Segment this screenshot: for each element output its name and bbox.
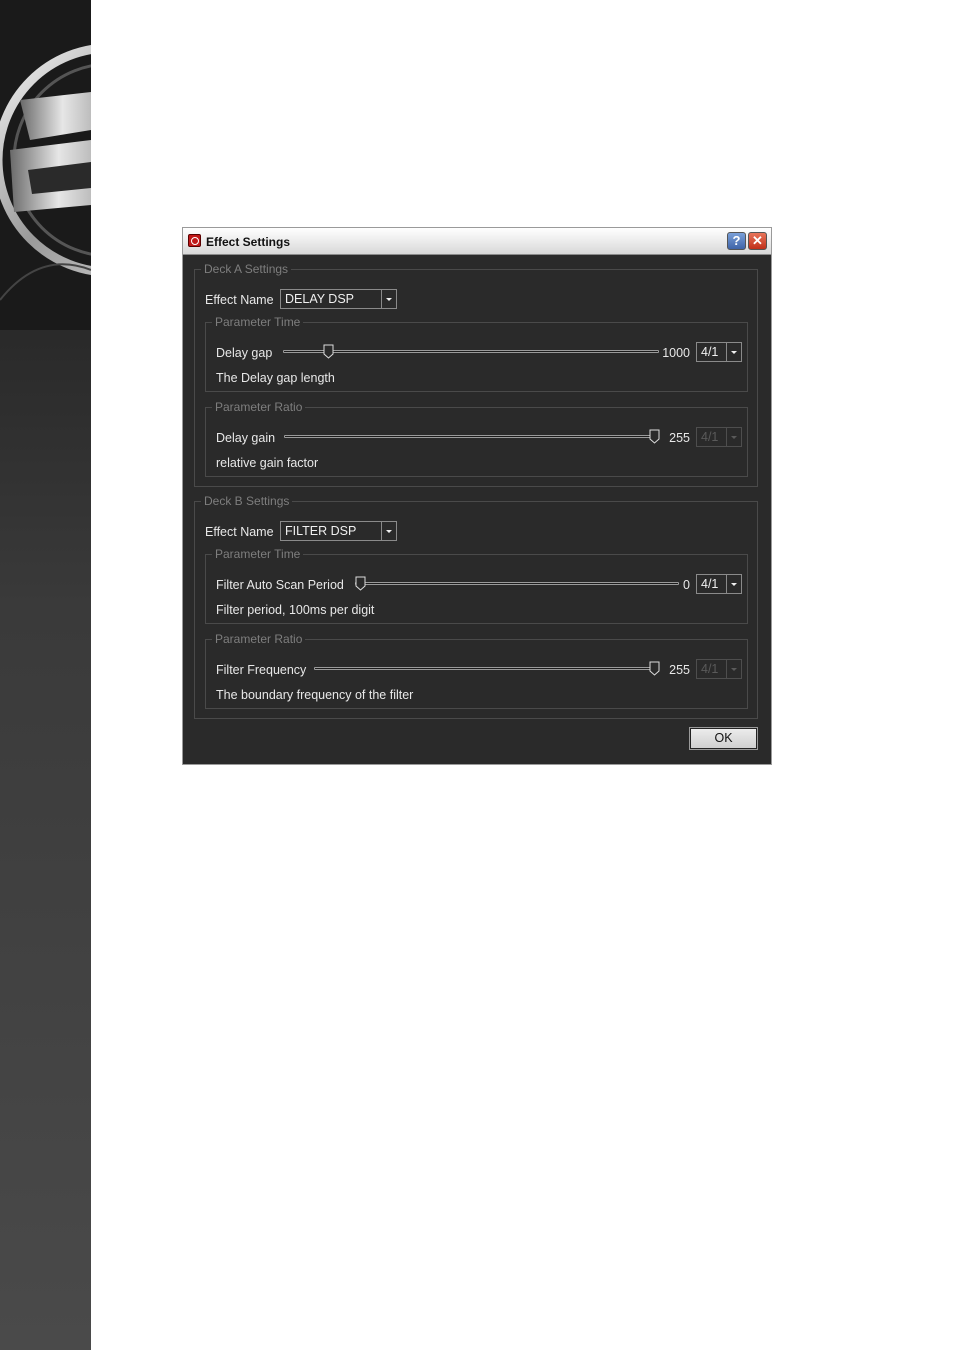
deck-b-time-value: 0 <box>683 578 690 592</box>
deck-b-ratio-description: The boundary frequency of the filter <box>216 688 414 702</box>
slider-track[interactable] <box>314 667 659 670</box>
deck-b-legend: Deck B Settings <box>201 494 293 508</box>
deck-a-group: Deck A Settings Effect Name DELAY DSP Pa… <box>194 262 758 487</box>
deck-a-effect-name-select[interactable]: DELAY DSP <box>280 289 397 309</box>
deck-a-ratio-label: Delay gain <box>216 431 276 445</box>
window-title: Effect Settings <box>206 235 291 249</box>
deck-b-ratio-value: 255 <box>669 663 690 677</box>
deck-b-time-legend: Parameter Time <box>212 547 304 561</box>
effect-settings-dialog: Effect Settings ? ✕ Deck A Settings Effe… <box>182 227 772 765</box>
deck-b-effect-name-label: Effect Name <box>205 525 274 539</box>
deck-b-ratio-group: Parameter Ratio Filter Frequency 255 4/1… <box>205 632 748 709</box>
deck-a-ratio-group: Parameter Ratio Delay gain 255 4/1 relat… <box>205 400 748 477</box>
slider-track[interactable] <box>283 350 659 353</box>
deck-b-ratio-legend: Parameter Ratio <box>212 632 306 646</box>
deck-a-time-group: Parameter Time Delay gap 1000 4/1 The De… <box>205 315 748 392</box>
brand-logo-icon <box>0 0 91 330</box>
deck-a-time-label: Delay gap <box>216 346 273 360</box>
deck-a-legend: Deck A Settings <box>201 262 292 276</box>
close-button[interactable]: ✕ <box>748 232 767 250</box>
slider-thumb[interactable] <box>649 429 660 444</box>
deck-b-time-slider[interactable] <box>355 576 679 592</box>
help-button[interactable]: ? <box>727 232 746 250</box>
deck-a-time-description: The Delay gap length <box>216 371 335 385</box>
title-bar[interactable]: Effect Settings ? ✕ <box>183 228 771 255</box>
deck-a-ratio-description: relative gain factor <box>216 456 319 470</box>
slider-thumb[interactable] <box>355 576 366 591</box>
deck-a-time-unit-select[interactable]: 4/1 <box>696 342 742 362</box>
chevron-down-icon[interactable] <box>381 290 396 308</box>
chevron-down-icon <box>726 660 741 678</box>
deck-a-ratio-legend: Parameter Ratio <box>212 400 306 414</box>
deck-a-time-legend: Parameter Time <box>212 315 304 329</box>
deck-b-time-unit-select[interactable]: 4/1 <box>696 574 742 594</box>
chevron-down-icon <box>726 428 741 446</box>
chevron-down-icon[interactable] <box>726 575 741 593</box>
deck-b-effect-name-select[interactable]: FILTER DSP <box>280 521 397 541</box>
deck-a-ratio-unit-value: 4/1 <box>701 430 719 444</box>
deck-a-effect-name-value: DELAY DSP <box>285 292 355 306</box>
deck-b-ratio-slider[interactable] <box>314 661 660 677</box>
deck-b-time-label: Filter Auto Scan Period <box>216 578 344 592</box>
decorative-side-strip <box>0 0 91 1350</box>
deck-b-time-description: Filter period, 100ms per digit <box>216 603 375 617</box>
deck-a-ratio-unit-select: 4/1 <box>696 427 742 447</box>
deck-a-ratio-slider[interactable] <box>284 429 660 445</box>
deck-b-time-unit-value: 4/1 <box>701 577 719 591</box>
deck-b-ratio-unit-value: 4/1 <box>701 662 719 676</box>
deck-b-effect-name-value: FILTER DSP <box>285 524 357 538</box>
app-icon <box>188 234 201 247</box>
deck-b-ratio-label: Filter Frequency <box>216 663 307 677</box>
deck-a-time-unit-value: 4/1 <box>701 345 719 359</box>
slider-track[interactable] <box>355 582 679 585</box>
chevron-down-icon[interactable] <box>726 343 741 361</box>
deck-b-group: Deck B Settings Effect Name FILTER DSP P… <box>194 494 758 719</box>
deck-b-time-group: Parameter Time Filter Auto Scan Period 0… <box>205 547 748 624</box>
deck-a-time-value: 1000 <box>662 346 690 360</box>
slider-thumb[interactable] <box>649 661 660 676</box>
chevron-down-icon[interactable] <box>381 522 396 540</box>
deck-b-ratio-unit-select: 4/1 <box>696 659 742 679</box>
deck-a-time-slider[interactable] <box>283 344 659 360</box>
deck-a-ratio-value: 255 <box>669 431 690 445</box>
ok-button[interactable]: OK <box>689 727 758 750</box>
slider-track[interactable] <box>284 435 659 438</box>
slider-thumb[interactable] <box>323 344 334 359</box>
deck-a-effect-name-label: Effect Name <box>205 293 274 307</box>
